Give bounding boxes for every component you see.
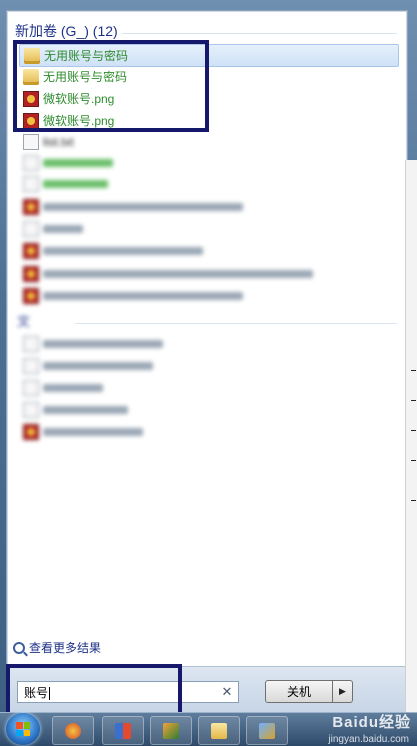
taskbar: Baidu经验 jingyan.baidu.com (0, 712, 417, 746)
app-icon (115, 723, 131, 739)
taskbar-button[interactable] (52, 716, 94, 745)
result-item-blurred[interactable] (19, 377, 397, 398)
result-item-blurred[interactable] (19, 399, 397, 420)
shutdown-options-button[interactable]: ▶ (333, 680, 353, 703)
folder-icon (211, 723, 227, 739)
section-divider (75, 323, 397, 324)
result-item-blurred[interactable] (19, 263, 397, 284)
result-item-blurred[interactable] (19, 173, 397, 194)
file-icon (23, 401, 39, 418)
blurred-label (43, 246, 203, 255)
blurred-label (43, 291, 243, 300)
file-icon (23, 220, 39, 237)
blurred-label (43, 383, 103, 392)
result-item-label: list.txt (43, 134, 74, 149)
watermark-brand: Baidu经验 (332, 714, 411, 731)
file-icon (23, 154, 39, 171)
results-group-header: 新加卷 (G_) (12) (15, 23, 118, 39)
app-icon (163, 723, 179, 739)
file-icon (23, 287, 39, 304)
blurred-label (43, 179, 108, 188)
file-icon (23, 265, 39, 282)
app-icon (65, 723, 81, 739)
blurred-label (43, 361, 153, 370)
text-file-icon (23, 133, 39, 150)
section-header: 文 (17, 315, 31, 330)
watermark-url: jingyan.baidu.com (328, 734, 409, 745)
start-button[interactable] (6, 713, 40, 745)
start-menu: 新加卷 (G_) (12) 无用账号与密码 无用账号与密码 微软账号.png 微… (6, 10, 408, 718)
group-divider (122, 33, 397, 34)
blurred-label (43, 158, 113, 167)
result-item-txt[interactable]: list.txt (19, 131, 397, 152)
see-more-results-link[interactable]: 查看更多结果 (13, 639, 101, 656)
blurred-label (43, 269, 313, 278)
result-item-blurred[interactable] (19, 218, 397, 239)
file-icon (23, 357, 39, 374)
search-bar-area: 账号 ✕ 关机 ▶ (6, 664, 407, 718)
result-item-blurred[interactable] (19, 421, 397, 442)
blurred-label (43, 339, 163, 348)
result-item-blurred[interactable] (19, 285, 397, 306)
blurred-label (43, 405, 128, 414)
windows-logo-icon (16, 722, 30, 736)
taskbar-button[interactable] (102, 716, 144, 745)
file-icon (23, 198, 39, 215)
background-window-edge (405, 160, 417, 712)
annotation-box-search (6, 664, 182, 718)
clear-search-icon[interactable]: ✕ (220, 685, 234, 700)
blurred-label (43, 427, 143, 436)
file-icon (23, 175, 39, 192)
result-item-blurred[interactable] (19, 240, 397, 261)
result-item-blurred[interactable] (19, 333, 397, 354)
magnifier-icon (13, 641, 25, 654)
annotation-box-results (13, 40, 209, 132)
result-item-blurred[interactable] (19, 152, 397, 173)
shutdown-button[interactable]: 关机 (265, 680, 333, 703)
taskbar-button[interactable] (150, 716, 192, 745)
file-icon (23, 379, 39, 396)
taskbar-button[interactable] (246, 716, 288, 745)
file-icon (23, 423, 39, 440)
file-icon (23, 242, 39, 259)
see-more-label: 查看更多结果 (29, 641, 102, 655)
file-icon (23, 335, 39, 352)
app-icon (259, 723, 275, 739)
taskbar-button[interactable] (198, 716, 240, 745)
blurred-label (43, 202, 243, 211)
triangle-right-icon: ▶ (339, 686, 346, 697)
blurred-label (43, 224, 83, 233)
result-item-blurred[interactable] (19, 355, 397, 376)
result-item-blurred[interactable] (19, 196, 397, 217)
